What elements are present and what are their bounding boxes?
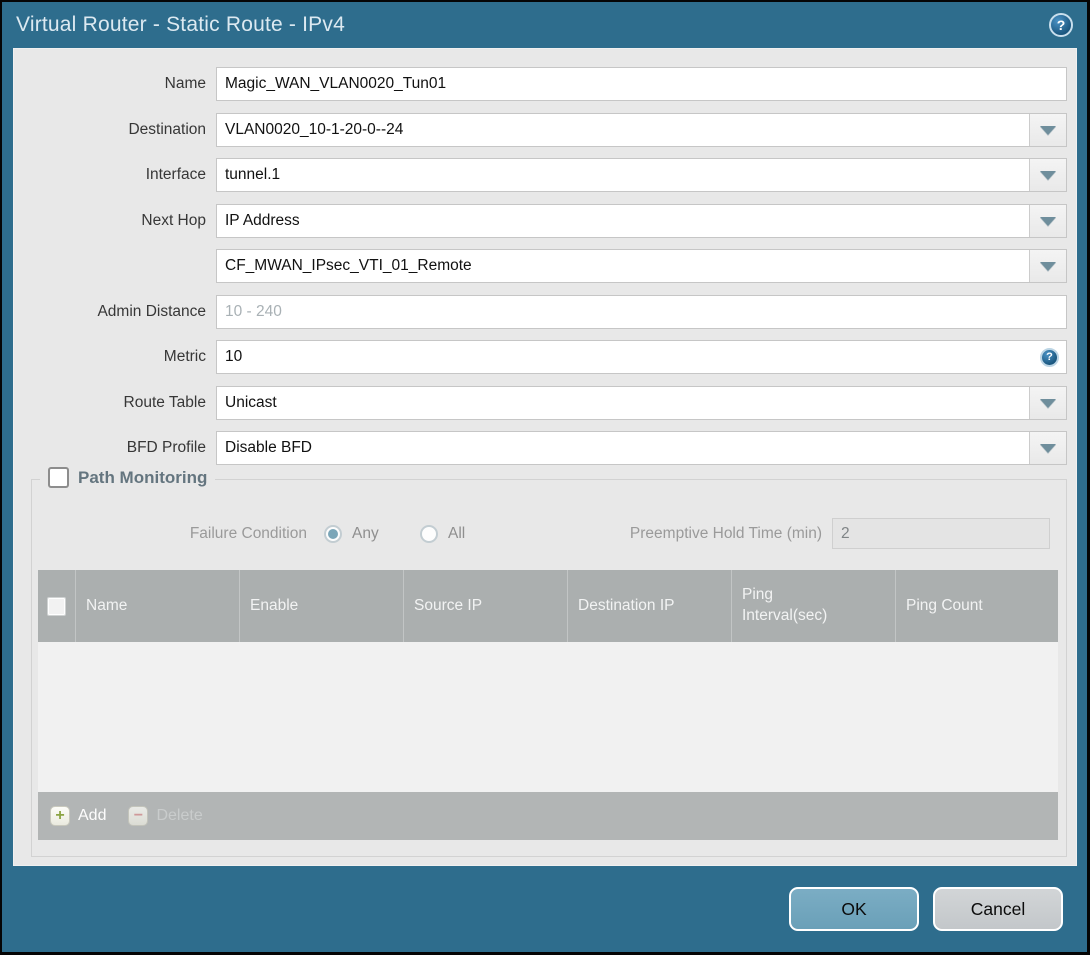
metric-label: Metric <box>163 348 206 365</box>
chevron-down-icon <box>1040 261 1056 271</box>
metric-row: Metric ? <box>14 340 1067 374</box>
table-body-empty <box>38 642 1058 792</box>
table-header-enable[interactable]: Enable <box>239 570 403 642</box>
name-row: Name <box>14 67 1067 101</box>
interface-field[interactable]: tunnel.1 <box>216 158 1067 192</box>
chevron-down-icon <box>1040 170 1056 180</box>
radio-all[interactable] <box>420 525 438 543</box>
table-header-destination-ip[interactable]: Destination IP <box>567 570 731 642</box>
dialog-footer: OK Cancel <box>2 866 1087 952</box>
path-monitoring-group: Path Monitoring Failure Condition Any Al… <box>31 467 1067 857</box>
add-button[interactable]: + Add <box>50 806 106 826</box>
table-header-name[interactable]: Name <box>75 570 239 642</box>
metric-input[interactable] <box>217 341 1040 373</box>
interface-dropdown-button[interactable] <box>1029 159 1066 191</box>
preemptive-hold-time-label: Preemptive Hold Time (min) <box>629 525 822 542</box>
radio-all-label: All <box>448 525 466 542</box>
dialog-titlebar: Virtual Router - Static Route - IPv4 ? <box>2 2 1087 47</box>
next-hop-address-row: CF_MWAN_IPsec_VTI_01_Remote <box>14 249 1067 283</box>
admin-distance-field <box>216 295 1067 329</box>
destination-field[interactable]: VLAN0020_10-1-20-0--24 <box>216 113 1067 147</box>
radio-any[interactable] <box>324 525 342 543</box>
path-monitoring-table: Name Enable Source IP Destination IP Pin… <box>38 570 1058 840</box>
add-plus-icon: + <box>50 806 70 826</box>
add-button-label: Add <box>78 807 107 824</box>
next-hop-type-value[interactable]: IP Address <box>217 205 1029 237</box>
admin-distance-label: Admin Distance <box>97 303 206 320</box>
delete-minus-icon: − <box>128 806 149 826</box>
delete-button-label: Delete <box>156 807 203 824</box>
next-hop-address-value[interactable]: CF_MWAN_IPsec_VTI_01_Remote <box>217 250 1029 282</box>
path-monitoring-legend: Path Monitoring <box>40 467 216 488</box>
path-monitoring-title: Path Monitoring <box>78 467 208 487</box>
route-table-label: Route Table <box>123 394 206 411</box>
bfd-profile-value[interactable]: Disable BFD <box>217 432 1029 464</box>
table-header-ping-interval-text: Ping Interval(sec) <box>742 586 828 624</box>
radio-selected-dot <box>328 529 338 539</box>
name-input[interactable] <box>217 68 1066 100</box>
next-hop-address-dropdown-button[interactable] <box>1029 250 1066 282</box>
route-table-value[interactable]: Unicast <box>217 387 1029 419</box>
destination-label: Destination <box>128 121 206 138</box>
help-icon[interactable]: ? <box>1049 12 1073 37</box>
destination-dropdown-button[interactable] <box>1029 114 1066 146</box>
destination-value[interactable]: VLAN0020_10-1-20-0--24 <box>217 114 1029 146</box>
chevron-down-icon <box>1040 216 1056 226</box>
next-hop-address-label <box>14 249 216 283</box>
failure-condition-row: Failure Condition Any All Preemptive Hol… <box>32 517 1066 551</box>
metric-field: ? <box>216 340 1067 374</box>
failure-condition-any-option[interactable]: Any <box>324 517 379 551</box>
table-toolbar: + Add − Delete <box>38 792 1058 840</box>
next-hop-label: Next Hop <box>141 212 206 229</box>
dialog-title: Virtual Router - Static Route - IPv4 <box>16 12 345 36</box>
chevron-down-icon <box>1040 443 1056 453</box>
failure-condition-label: Failure Condition <box>189 525 307 542</box>
radio-any-label: Any <box>352 525 379 542</box>
chevron-down-icon <box>1040 398 1056 408</box>
name-label: Name <box>164 75 206 92</box>
metric-help-icon[interactable]: ? <box>1040 347 1059 367</box>
bfd-profile-field[interactable]: Disable BFD <box>216 431 1067 465</box>
path-monitoring-checkbox[interactable] <box>48 467 69 488</box>
interface-row: Interface tunnel.1 <box>14 158 1067 192</box>
dialog-content: Name Destination VLAN0020_10-1-20-0--24 … <box>13 48 1077 866</box>
table-header-row: Name Enable Source IP Destination IP Pin… <box>38 570 1058 642</box>
delete-button[interactable]: − Delete <box>128 806 203 826</box>
name-field <box>216 67 1067 101</box>
table-header-source-ip[interactable]: Source IP <box>403 570 567 642</box>
next-hop-type-dropdown-button[interactable] <box>1029 205 1066 237</box>
table-header-checkbox-cell <box>38 570 75 642</box>
bfd-profile-dropdown-button[interactable] <box>1029 432 1066 464</box>
table-header-ping-interval[interactable]: Ping Interval(sec) <box>731 570 895 642</box>
table-header-ping-count[interactable]: Ping Count <box>895 570 1058 642</box>
chevron-down-icon <box>1040 125 1056 135</box>
failure-condition-all-option[interactable]: All <box>420 517 465 551</box>
interface-label: Interface <box>145 166 206 183</box>
interface-value[interactable]: tunnel.1 <box>217 159 1029 191</box>
next-hop-type-field[interactable]: IP Address <box>216 204 1067 238</box>
cancel-button[interactable]: Cancel <box>933 887 1063 931</box>
route-table-dropdown-button[interactable] <box>1029 387 1066 419</box>
ok-button[interactable]: OK <box>789 887 919 931</box>
admin-distance-input[interactable] <box>217 296 1066 328</box>
select-all-checkbox[interactable] <box>47 596 66 616</box>
bfd-profile-row: BFD Profile Disable BFD <box>14 431 1067 465</box>
bfd-profile-label: BFD Profile <box>126 439 206 456</box>
route-table-field[interactable]: Unicast <box>216 386 1067 420</box>
preemptive-hold-time-input[interactable] <box>832 518 1050 549</box>
next-hop-row: Next Hop IP Address <box>14 204 1067 238</box>
destination-row: Destination VLAN0020_10-1-20-0--24 <box>14 113 1067 147</box>
static-route-dialog: Virtual Router - Static Route - IPv4 ? N… <box>2 2 1087 952</box>
admin-distance-row: Admin Distance <box>14 295 1067 329</box>
route-table-row: Route Table Unicast <box>14 386 1067 420</box>
next-hop-address-field[interactable]: CF_MWAN_IPsec_VTI_01_Remote <box>216 249 1067 283</box>
